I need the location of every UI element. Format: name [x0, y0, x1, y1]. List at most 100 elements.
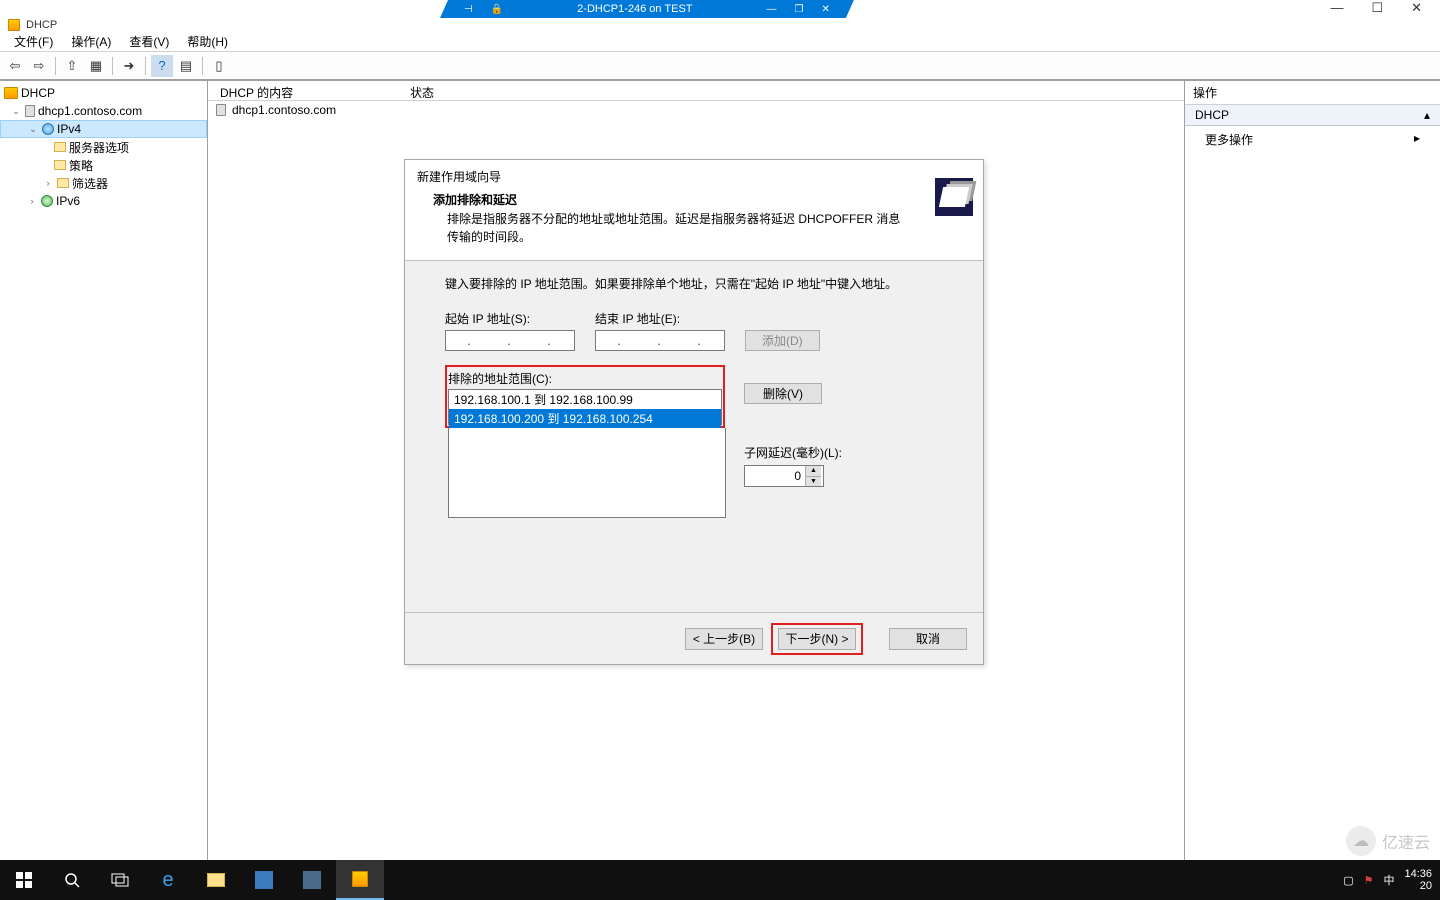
watermark-icon: ☁	[1346, 826, 1376, 856]
toolbar: ⇦ ⇨ ⇧ ▦ ➜ ? ▤ ▯	[0, 52, 1440, 80]
tree-server-options-label: 服务器选项	[69, 139, 129, 156]
column-header-name[interactable]: DHCP 的内容	[208, 82, 398, 100]
taskbar-ie[interactable]: e	[144, 860, 192, 900]
toolbar-extra-button[interactable]: ▯	[208, 55, 230, 77]
new-scope-wizard-dialog: 新建作用域向导 添加排除和延迟 排除是指服务器不分配的地址或地址范围。延迟是指服…	[404, 159, 984, 665]
vm-title-tab: ⊣ 🔒 2-DHCP1-246 on TEST — ❐ ✕	[440, 0, 854, 18]
actions-section-dhcp[interactable]: DHCP ▴	[1185, 105, 1440, 126]
system-tray: ▢ ⚑ 中 14:36 20	[1335, 868, 1440, 892]
ip-input-row: 起始 IP 地址(S): ... 结束 IP 地址(E): ... 添加(D)	[445, 310, 943, 351]
server-icon	[216, 104, 226, 116]
server-icon	[25, 105, 35, 117]
tray-ime[interactable]: 中	[1383, 872, 1394, 888]
exclusion-item-1[interactable]: 192.168.100.200 到 192.168.100.254	[449, 409, 721, 428]
wizard-icon	[935, 178, 973, 216]
end-ip-input[interactable]: ...	[595, 330, 725, 351]
menu-view[interactable]: 查看(V)	[121, 31, 177, 52]
start-button[interactable]	[0, 860, 48, 900]
tree-policies[interactable]: 策略	[0, 156, 207, 174]
watermark-text: 亿速云	[1382, 829, 1430, 853]
wizard-header: 新建作用域向导 添加排除和延迟 排除是指服务器不分配的地址或地址范围。延迟是指服…	[405, 160, 983, 261]
tree-server-options[interactable]: 服务器选项	[0, 138, 207, 156]
pin-icon[interactable]: ⊣	[460, 4, 477, 15]
vm-minimize-button[interactable]: —	[763, 4, 781, 15]
toolbar-separator	[112, 57, 113, 75]
task-view-button[interactable]	[96, 860, 144, 900]
toolbar-export-button[interactable]: ➜	[118, 55, 140, 77]
expand-icon[interactable]: ›	[26, 196, 38, 206]
wizard-description: 排除是指服务器不分配的地址或地址范围。延迟是指服务器将延迟 DHCPOFFER …	[417, 208, 971, 256]
submenu-icon: ▸	[1414, 131, 1420, 148]
excluded-label: 排除的地址范围(C):	[448, 368, 722, 389]
expand-icon[interactable]: ⌄	[10, 106, 22, 117]
outer-minimize-button[interactable]: —	[1330, 0, 1343, 16]
lock-icon[interactable]: 🔒	[487, 4, 507, 15]
menu-action[interactable]: 操作(A)	[63, 31, 119, 52]
tree-root-dhcp[interactable]: DHCP	[0, 84, 207, 102]
back-button[interactable]: < 上一步(B)	[685, 628, 763, 650]
outer-close-button[interactable]: ✕	[1411, 0, 1422, 16]
delete-button[interactable]: 删除(V)	[744, 383, 822, 404]
folder-icon	[54, 160, 66, 170]
taskbar-dhcp[interactable]	[336, 860, 384, 900]
tray-time[interactable]: 14:36	[1404, 868, 1432, 880]
subnet-delay-input[interactable]	[745, 469, 805, 483]
tree-server-label: dhcp1.contoso.com	[38, 104, 142, 118]
toolbar-props-button[interactable]: ▤	[175, 55, 197, 77]
tree-policies-label: 策略	[69, 157, 93, 174]
tree-filters[interactable]: › 筛选器	[0, 174, 207, 192]
folder-icon	[57, 178, 69, 188]
add-button[interactable]: 添加(D)	[745, 330, 820, 351]
exclusion-item-0[interactable]: 192.168.100.1 到 192.168.100.99	[449, 390, 721, 409]
cancel-button[interactable]: 取消	[889, 628, 967, 650]
expand-icon[interactable]: ›	[42, 178, 54, 188]
spinner-down-button[interactable]: ▼	[806, 477, 821, 487]
search-button[interactable]	[48, 860, 96, 900]
start-ip-input[interactable]: ...	[445, 330, 575, 351]
column-header-state[interactable]: 状态	[398, 82, 446, 100]
toolbar-help-button[interactable]: ?	[151, 55, 173, 77]
vm-restore-button[interactable]: ❐	[791, 4, 808, 15]
toolbar-forward-button[interactable]: ⇨	[28, 55, 50, 77]
tree-filters-label: 筛选器	[72, 175, 108, 192]
tree-ipv6[interactable]: › IPv6	[0, 192, 207, 210]
collapse-icon[interactable]: ▴	[1424, 108, 1430, 122]
end-ip-label: 结束 IP 地址(E):	[595, 310, 725, 327]
menu-file[interactable]: 文件(F)	[6, 31, 61, 52]
expand-icon[interactable]: ⌄	[27, 124, 39, 135]
taskbar-app2[interactable]	[288, 860, 336, 900]
mmc-title-bar: DHCP	[0, 18, 1440, 32]
toolbar-detail-button[interactable]: ▦	[85, 55, 107, 77]
content-row-server[interactable]: dhcp1.contoso.com	[208, 101, 1184, 119]
taskbar: e ▢ ⚑ 中 14:36 20	[0, 860, 1440, 900]
toolbar-show-button[interactable]: ⇧	[61, 55, 83, 77]
vm-close-button[interactable]: ✕	[818, 4, 834, 15]
watermark: ☁ 亿速云	[1346, 826, 1430, 856]
next-button[interactable]: 下一步(N) >	[778, 628, 856, 650]
tree-ipv4[interactable]: ⌄ IPv4	[0, 120, 207, 138]
folder-icon	[54, 142, 66, 152]
dhcp-app-icon	[8, 19, 20, 31]
taskbar-app1[interactable]	[240, 860, 288, 900]
tray-notification-icon[interactable]: ⚑	[1364, 874, 1374, 887]
vm-title: 2-DHCP1-246 on TEST	[517, 3, 752, 15]
toolbar-back-button[interactable]: ⇦	[4, 55, 26, 77]
tray-network-icon[interactable]: ▢	[1343, 874, 1353, 887]
menu-help[interactable]: 帮助(H)	[179, 31, 236, 52]
taskbar-explorer[interactable]	[192, 860, 240, 900]
spinner-up-button[interactable]: ▲	[806, 466, 821, 477]
wizard-title: 新建作用域向导	[417, 168, 971, 185]
next-button-highlight: 下一步(N) >	[771, 623, 863, 655]
content-row-label: dhcp1.contoso.com	[232, 103, 336, 117]
exclusion-listbox[interactable]	[448, 428, 726, 518]
tree-pane[interactable]: DHCP ⌄ dhcp1.contoso.com ⌄ IPv4 服务器选项 策略…	[0, 81, 208, 860]
subnet-delay-spinner[interactable]: ▲ ▼	[744, 465, 824, 487]
toolbar-separator	[202, 57, 203, 75]
tray-date[interactable]: 20	[1404, 880, 1432, 892]
menu-bar: 文件(F) 操作(A) 查看(V) 帮助(H)	[0, 32, 1440, 52]
outer-window-controls: — ☐ ✕	[1312, 0, 1440, 16]
tree-server[interactable]: ⌄ dhcp1.contoso.com	[0, 102, 207, 120]
actions-more[interactable]: 更多操作 ▸	[1185, 126, 1440, 153]
outer-maximize-button[interactable]: ☐	[1371, 0, 1383, 16]
toolbar-separator	[145, 57, 146, 75]
